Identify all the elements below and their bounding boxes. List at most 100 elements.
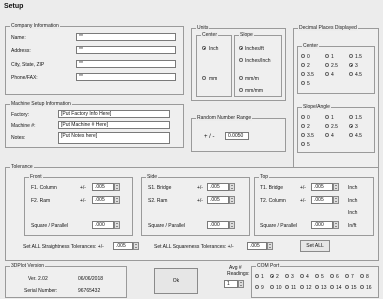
decimal-slope-4-radio[interactable] — [325, 133, 329, 137]
company-address-input[interactable]: ** — [76, 46, 176, 54]
s2-ram-spinner[interactable] — [229, 196, 235, 204]
s1-bridge-input[interactable]: .005 — [207, 183, 229, 191]
com-16-radio[interactable] — [360, 285, 364, 289]
factory-input[interactable]: [Put Factory Info Here] — [58, 110, 170, 118]
s1-bridge-spinner[interactable] — [229, 183, 235, 191]
com-3-radio[interactable] — [285, 274, 289, 278]
com-port-group: COM Port 1 2 3 4 5 6 7 8 9 10 11 12 13 1… — [251, 263, 379, 298]
s2-ram-input[interactable]: .005 — [207, 196, 229, 204]
units-center-inch-radio[interactable] — [202, 46, 206, 50]
decimal-slope-2-radio[interactable] — [301, 124, 305, 128]
decimal-center-3-radio[interactable] — [349, 63, 353, 67]
decimal-slope-4_5-radio[interactable] — [349, 133, 353, 137]
f1-column-spinner[interactable] — [114, 183, 120, 191]
com-12-label: 12 — [306, 285, 312, 291]
decimal-center-2-radio[interactable] — [301, 63, 305, 67]
decimal-center-5-radio[interactable] — [301, 81, 305, 85]
com-7-label: 7 — [351, 274, 354, 280]
decimal-slope-2_5-radio[interactable] — [325, 124, 329, 128]
decimal-center-legend: Center — [302, 43, 320, 49]
tolerance-front-group: Front F1. Column +/- .005 F2. Ram +/- .0… — [24, 174, 133, 236]
units-slope-mmmm-radio[interactable] — [239, 88, 243, 92]
version-date: 06/06/2018 — [78, 276, 104, 282]
avg-readings-input[interactable]: 1 — [224, 280, 238, 288]
avg-readings-spinner[interactable] — [238, 280, 244, 288]
front-square-input[interactable]: .000 — [92, 221, 114, 229]
com-11-radio[interactable] — [285, 285, 289, 289]
t2-column-spinner[interactable] — [333, 196, 339, 204]
com-8-radio[interactable] — [360, 274, 364, 278]
com-10-radio[interactable] — [270, 285, 274, 289]
f2-ram-spinner[interactable] — [114, 196, 120, 204]
machine-info-group: Machine Setup Information Factory: [Put … — [5, 101, 184, 148]
side-square-input[interactable]: .000 — [207, 221, 229, 229]
machine-info-legend: Machine Setup Information — [10, 101, 72, 107]
t1-bridge-label: T1. Bridge — [260, 185, 284, 191]
decimal-center-1_5-radio[interactable] — [349, 54, 353, 58]
s2-ram-label: S2. Ram — [148, 198, 168, 204]
set-all-straightness-spinner[interactable] — [133, 242, 139, 250]
units-slope-mmm-radio[interactable] — [239, 76, 243, 80]
units-slope-inft-label: Inches/ft — [245, 46, 264, 52]
s1-bridge-label: S1. Bridge — [148, 185, 172, 191]
t1-bridge-input[interactable]: .005 — [311, 183, 333, 191]
com-14-radio[interactable] — [330, 285, 334, 289]
decimal-center-0-radio[interactable] — [301, 54, 305, 58]
tolerance-side-group: Side S1. Bridge +/- .005 S2. Ram +/- .00… — [141, 174, 250, 236]
set-all-straightness-input[interactable]: .005 — [113, 242, 133, 250]
notes-input[interactable]: [Put Notes here] — [58, 132, 170, 144]
decimal-slope-3_5-radio[interactable] — [301, 133, 305, 137]
top-square-input[interactable]: .000 — [311, 221, 333, 229]
t2-column-sign: +/- — [300, 198, 306, 204]
t1-bridge-spinner[interactable] — [333, 183, 339, 191]
decimal-slope-0-radio[interactable] — [301, 115, 305, 119]
company-city-input[interactable]: ** — [76, 60, 176, 68]
decimal-center-4-radio[interactable] — [325, 72, 329, 76]
ok-button[interactable]: Ok — [154, 268, 198, 294]
set-all-squareness-spinner[interactable] — [267, 242, 273, 250]
com-2-radio[interactable] — [270, 274, 274, 278]
top-square-spinner[interactable] — [333, 221, 339, 229]
com-1-radio[interactable] — [255, 274, 259, 278]
decimal-center-2_5-radio[interactable] — [325, 63, 329, 67]
decimal-slope-3-label: 3 — [355, 124, 358, 130]
com-4-radio[interactable] — [300, 274, 304, 278]
top-square-label: Square / Parallel — [260, 223, 297, 229]
com-2-label: 2 — [276, 274, 279, 280]
units-slope-inft-radio[interactable] — [239, 46, 243, 50]
side-square-spinner[interactable] — [229, 221, 235, 229]
random-range-input[interactable]: 0.0050 — [225, 132, 249, 140]
company-city-label: City, State, ZIP — [11, 62, 45, 68]
decimal-slope-5-radio[interactable] — [301, 142, 305, 146]
com-9-label: 9 — [261, 285, 264, 291]
com-7-radio[interactable] — [345, 274, 349, 278]
tolerance-group: Tolerance Front F1. Column +/- .005 F2. … — [5, 164, 379, 261]
com-5-radio[interactable] — [315, 274, 319, 278]
machine-number-input[interactable]: [Put Machine # Here] — [58, 121, 170, 129]
decimal-slope-1_5-radio[interactable] — [349, 115, 353, 119]
f2-ram-input[interactable]: .005 — [92, 196, 114, 204]
com-13-radio[interactable] — [315, 285, 319, 289]
decimal-slope-3_5-label: 3.5 — [307, 133, 314, 139]
decimal-center-3_5-radio[interactable] — [301, 72, 305, 76]
units-slope-mmm-label: mm/m — [245, 76, 259, 82]
company-name-input[interactable]: ** — [76, 33, 176, 41]
decimal-slope-1-radio[interactable] — [325, 115, 329, 119]
units-slope-ininch-radio[interactable] — [239, 58, 243, 62]
decimal-slope-3-radio[interactable] — [349, 124, 353, 128]
front-square-spinner[interactable] — [114, 221, 120, 229]
set-all-button[interactable]: Set ALL — [300, 240, 330, 252]
t2-column-input[interactable]: .005 — [311, 196, 333, 204]
decimal-center-4_5-radio[interactable] — [349, 72, 353, 76]
com-9-radio[interactable] — [255, 285, 259, 289]
com-16-label: 16 — [366, 285, 372, 291]
units-center-mm-radio[interactable] — [202, 76, 206, 80]
company-phone-input[interactable]: ** — [76, 73, 176, 81]
com-6-radio[interactable] — [330, 274, 334, 278]
f1-column-input[interactable]: .005 — [92, 183, 114, 191]
decimal-center-1-radio[interactable] — [325, 54, 329, 58]
com-6-label: 6 — [336, 274, 339, 280]
set-all-squareness-input[interactable]: .005 — [247, 242, 267, 250]
com-12-radio[interactable] — [300, 285, 304, 289]
com-15-radio[interactable] — [345, 285, 349, 289]
